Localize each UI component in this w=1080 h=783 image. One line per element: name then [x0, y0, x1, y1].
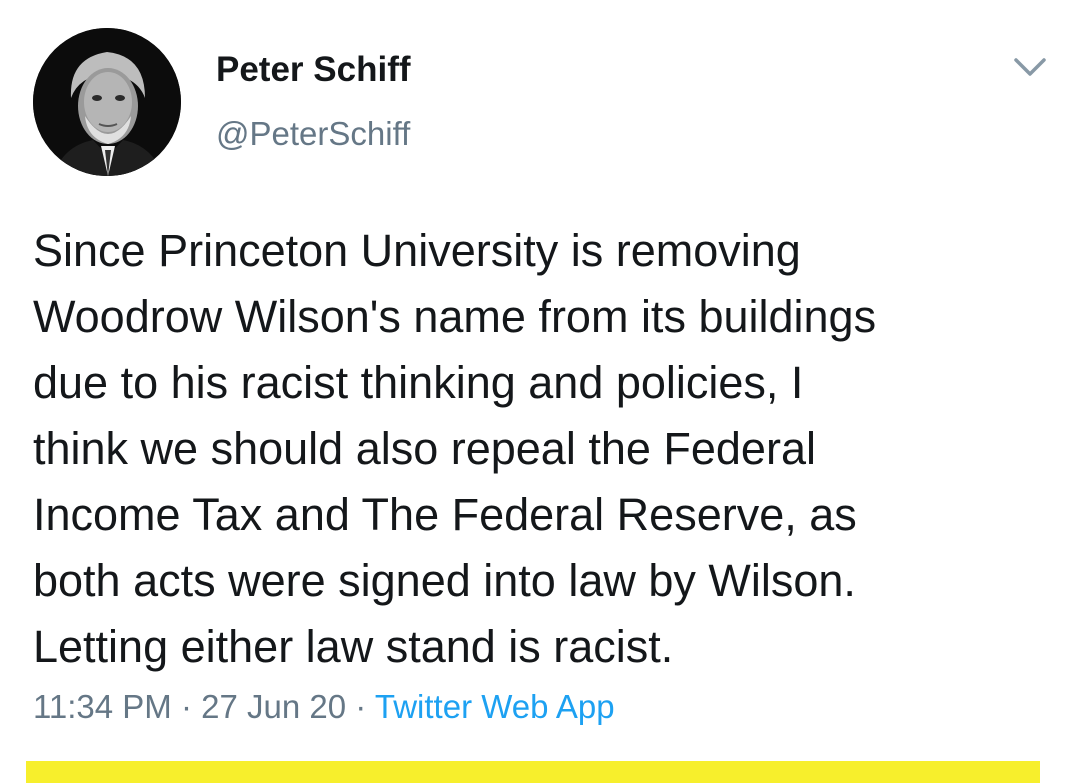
author-handle[interactable]: @PeterSchiff — [216, 115, 410, 153]
tweet-meta: 11:34 PM · 27 Jun 20 · Twitter Web App — [33, 688, 615, 726]
author-display-name[interactable]: Peter Schiff — [216, 50, 411, 90]
tweet-text: Since Princeton University is removing W… — [33, 225, 877, 672]
meta-separator: · — [180, 688, 192, 725]
avatar[interactable] — [33, 28, 181, 176]
meta-separator: · — [355, 688, 367, 725]
tweet-date[interactable]: 27 Jun 20 — [201, 688, 346, 725]
tweet-time[interactable]: 11:34 PM — [33, 688, 172, 725]
tweet-source-link[interactable]: Twitter Web App — [375, 688, 615, 725]
profile-photo — [33, 28, 181, 176]
tweet-card: Peter Schiff @PeterSchiff Since Princeto… — [0, 0, 1080, 783]
chevron-down-icon[interactable] — [1010, 52, 1050, 82]
highlight-bar — [26, 761, 1040, 783]
